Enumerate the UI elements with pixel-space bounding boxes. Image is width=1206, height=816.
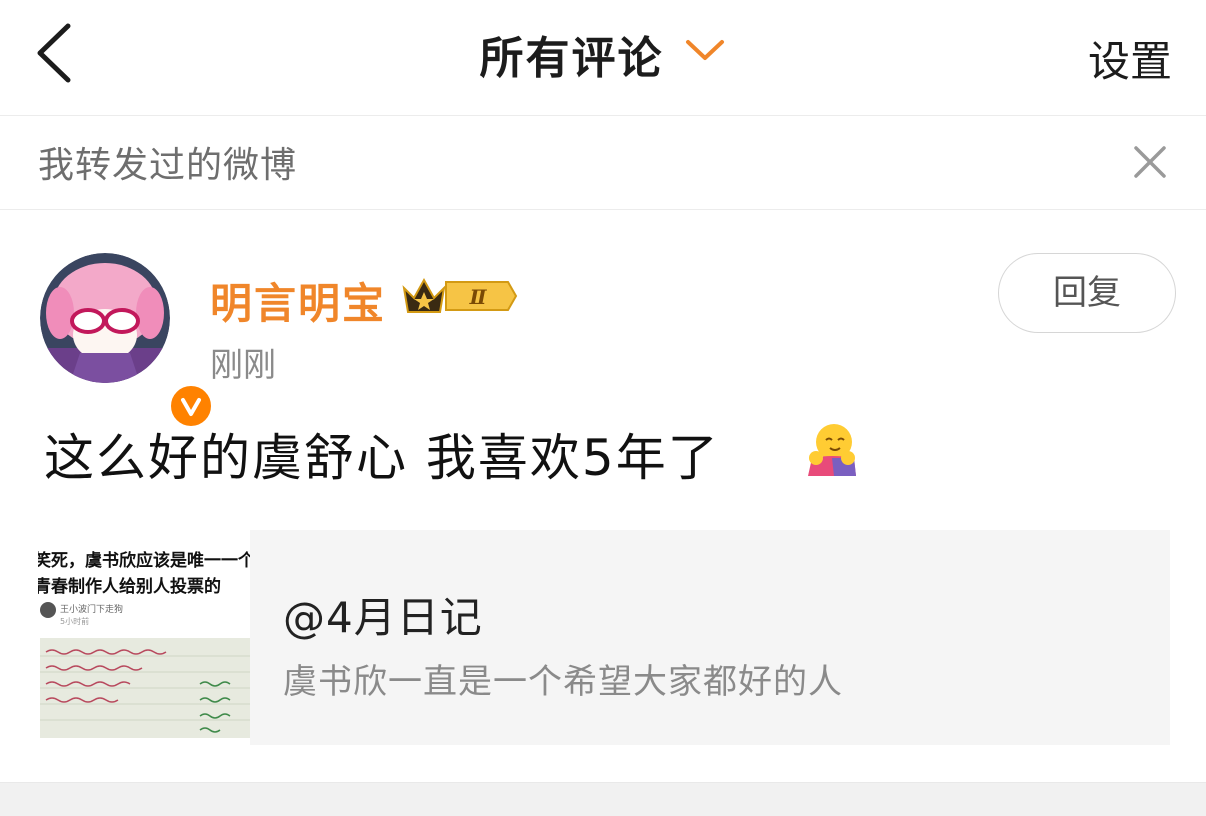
thumbnail-avatar: [40, 602, 56, 618]
filter-label: 我转发过的微博: [38, 145, 298, 186]
close-icon: [1134, 146, 1166, 178]
settings-button[interactable]: 设置: [1088, 28, 1172, 89]
member-crown-badge: Ⅱ: [400, 272, 518, 320]
filter-close-button[interactable]: [1132, 144, 1168, 180]
filter-bar: 我转发过的微博: [0, 116, 1206, 210]
thumbnail-username: 王小波门下走狗: [60, 605, 124, 615]
hug-emoji-icon: [808, 424, 856, 476]
comment-timestamp: 刚刚: [210, 345, 276, 384]
thumbnail-text-line-1: 笑死，虞书欣应该是唯一一个: [38, 551, 250, 571]
username[interactable]: 明言明宝: [210, 270, 386, 331]
reply-button[interactable]: 回复: [998, 253, 1176, 333]
thumbnail-time: 5小时前: [60, 617, 90, 626]
chevron-down-icon: [685, 40, 724, 60]
title-dropdown[interactable]: 所有评论: [0, 22, 1206, 86]
quoted-post-description: 虞书欣一直是一个希望大家都好的人: [283, 662, 843, 702]
quoted-post-card[interactable]: 笑死，虞书欣应该是唯一一个 青春制作人给别人投票的 王小波门下走狗 5小时前 @…: [38, 530, 1170, 745]
quoted-post-title: @4月日记: [283, 593, 483, 642]
avatar[interactable]: [40, 253, 214, 429]
thumbnail-text-line-2: 青春制作人给别人投票的: [38, 577, 221, 597]
avatar-image: [40, 253, 170, 383]
comment-text: 这么好的虞舒心 我喜欢5年了: [44, 429, 720, 487]
comment-item: 明言明宝 Ⅱ 刚刚 回复 这么好的虞舒心 我喜欢5年了 笑死，虞书欣应该是唯一一…: [0, 210, 1206, 782]
list-divider: [0, 782, 1206, 816]
quoted-post-thumbnail: 笑死，虞书欣应该是唯一一个 青春制作人给别人投票的 王小波门下走狗 5小时前: [38, 530, 250, 745]
handwritten-note-image: [40, 638, 250, 738]
top-nav-bar: 所有评论 设置: [0, 0, 1206, 116]
page-title: 所有评论: [479, 33, 664, 84]
badge-level: Ⅱ: [469, 285, 488, 309]
